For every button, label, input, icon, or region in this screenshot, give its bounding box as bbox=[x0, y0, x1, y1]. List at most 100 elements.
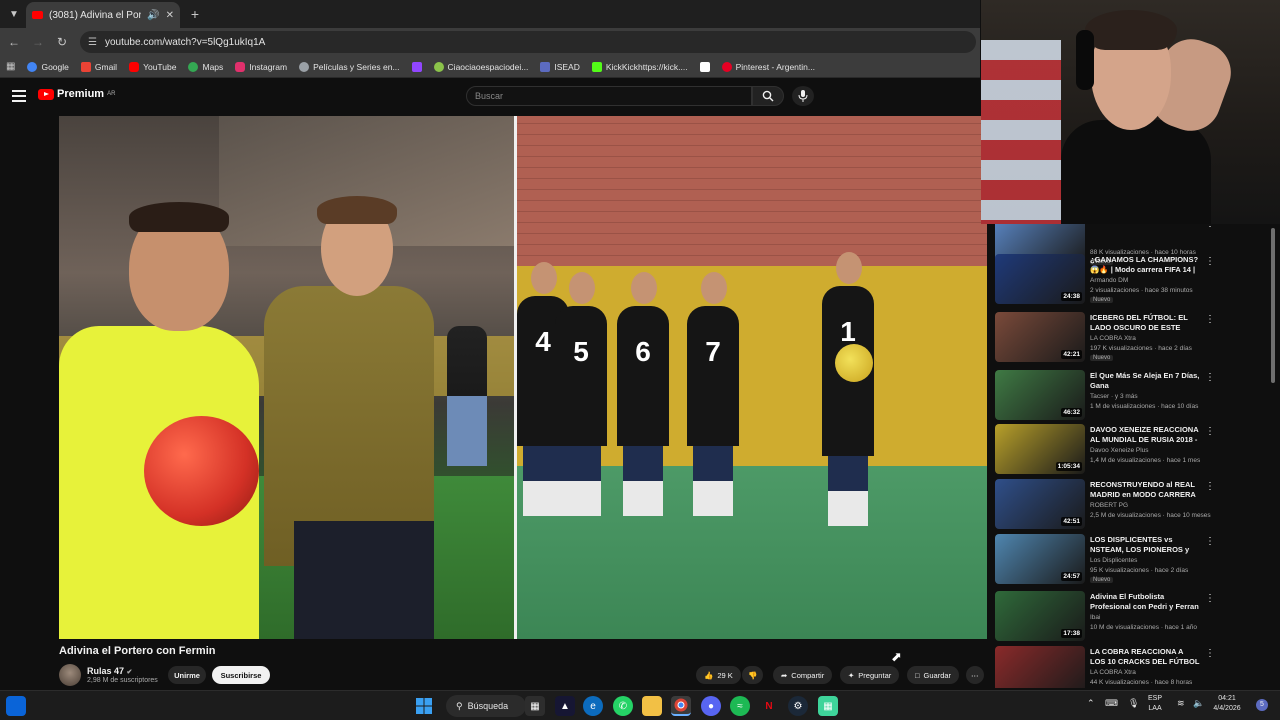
recommendation-channel[interactable]: LA COBRA Xtra bbox=[1090, 335, 1136, 342]
steam-icon[interactable]: ⚙ bbox=[788, 696, 808, 716]
wifi-icon[interactable]: ≋ bbox=[1177, 698, 1185, 709]
recommendation-thumbnail[interactable]: 1:05:34 bbox=[995, 424, 1085, 474]
recommendation-title[interactable]: El Que Más Se Aleja En 7 Días, Gana bbox=[1090, 371, 1200, 391]
notification-badge[interactable]: 5 bbox=[1256, 699, 1268, 711]
bookmark-x[interactable] bbox=[699, 61, 710, 72]
browser-tab-active[interactable]: (3081) Adivina el Portero con Fermin 🔊 ✕ bbox=[26, 2, 180, 28]
address-bar[interactable]: ☰ youtube.com/watch?v=5lQg1ukIq1A bbox=[80, 31, 976, 53]
spotify-icon[interactable]: ≈ bbox=[730, 696, 750, 716]
bookmark-google[interactable]: Google bbox=[27, 61, 69, 72]
bookmark-pinterest[interactable]: Pinterest - Argentin... bbox=[721, 61, 815, 72]
recommendation-thumbnail[interactable]: 24:38 bbox=[995, 254, 1085, 304]
join-button[interactable]: Unirme bbox=[168, 666, 206, 684]
recommendation-item[interactable]: 42:51 RECONSTRUYENDO al REAL MADRID en MO… bbox=[995, 479, 1270, 533]
recommendation-channel[interactable]: Tacser · y 3 más bbox=[1090, 393, 1138, 400]
recommendation-thumbnail[interactable]: 17:38 bbox=[995, 591, 1085, 641]
recommendation-channel[interactable]: Ibai bbox=[1090, 614, 1100, 621]
youtube-premium-logo[interactable]: Premium AR bbox=[38, 88, 115, 100]
tab-audio-icon[interactable]: 🔊 bbox=[147, 10, 159, 21]
recommendation-item[interactable]: LA COBRA REACCIONA A LOS 10 CRACKS DEL F… bbox=[995, 646, 1270, 688]
dislike-button[interactable]: 👎 bbox=[742, 666, 764, 684]
recommendation-thumbnail[interactable]: 42:51 bbox=[995, 479, 1085, 529]
desktop-widget-icon[interactable] bbox=[6, 696, 26, 716]
voice-search-button[interactable] bbox=[792, 86, 814, 106]
recommendation-channel[interactable]: Los Displicentes bbox=[1090, 557, 1137, 564]
video-player[interactable]: 4 5 6 7 1 bbox=[59, 116, 987, 639]
recommendation-title[interactable]: Adivina El Futbolista Profesional con Pe… bbox=[1090, 592, 1200, 612]
bookmark-instagram[interactable]: Instagram bbox=[235, 61, 287, 72]
language-indicator[interactable]: ESP LAA bbox=[1148, 694, 1162, 714]
recommendation-item[interactable]: 1:05:34 DAVOO XENEIZE REACCIONA AL MUNDIA… bbox=[995, 424, 1270, 478]
folder-icon[interactable] bbox=[642, 696, 662, 716]
edge-icon[interactable]: e bbox=[583, 696, 603, 716]
bookmark-ciaociao[interactable]: Ciaociaoespaciodei... bbox=[433, 61, 528, 72]
recommendation-title[interactable]: DAVOO XENEIZE REACCIONA AL MUNDIAL DE RU… bbox=[1090, 425, 1200, 445]
search-button[interactable] bbox=[752, 86, 784, 106]
chrome-icon[interactable] bbox=[671, 696, 691, 716]
recommendation-title[interactable]: LA COBRA REACCIONA A LOS 10 CRACKS DEL F… bbox=[1090, 647, 1200, 667]
recommendation-thumbnail[interactable]: 42:21 bbox=[995, 312, 1085, 362]
site-info-icon[interactable]: ☰ bbox=[88, 37, 97, 48]
search-input[interactable]: Buscar bbox=[466, 86, 752, 106]
recommendation-channel[interactable]: ROBERT PG bbox=[1090, 502, 1128, 509]
whatsapp-icon[interactable]: ✆ bbox=[613, 696, 633, 716]
recommendation-title[interactable]: LOS DISPLICENTES vs NSTEAM, LOS PIONEROS… bbox=[1090, 535, 1200, 555]
menu-hamburger-icon[interactable] bbox=[12, 90, 26, 102]
recommendation-item[interactable]: 24:38 ¿GANAMOS LA CHAMPIONS? 😱🔥 | Modo ca… bbox=[995, 254, 1270, 308]
bookmark-maps[interactable]: Maps bbox=[188, 61, 223, 72]
more-vertical-icon[interactable]: ⋮ bbox=[1205, 481, 1215, 492]
tray-overflow-icon[interactable]: ⌃ bbox=[1087, 698, 1095, 709]
forward-arrow-icon[interactable]: → bbox=[30, 34, 46, 50]
keyboard-icon[interactable]: ⌨ bbox=[1105, 698, 1118, 709]
recommendation-thumbnail[interactable] bbox=[995, 646, 1085, 688]
recommendation-item[interactable]: 46:32 El Que Más Se Aleja En 7 Días, Gana… bbox=[995, 370, 1270, 424]
netflix-icon[interactable]: N bbox=[759, 696, 779, 716]
bookmark-peliculas[interactable]: Películas y Series en... bbox=[299, 61, 400, 72]
bookmark-gmail[interactable]: Gmail bbox=[80, 61, 117, 72]
recommendation-item[interactable]: 17:38 Adivina El Futbolista Profesional c… bbox=[995, 591, 1270, 645]
discord-icon[interactable]: ● bbox=[701, 696, 721, 716]
like-button[interactable]: 👍 29 K bbox=[696, 666, 741, 684]
save-button[interactable]: □ Guardar bbox=[907, 666, 960, 684]
bookmark-twitch[interactable] bbox=[411, 61, 422, 72]
windows-start-icon[interactable] bbox=[414, 696, 434, 716]
more-vertical-icon[interactable]: ⋮ bbox=[1205, 224, 1215, 229]
taskbar-search[interactable]: ⚲ Búsqueda bbox=[446, 695, 526, 717]
more-vertical-icon[interactable]: ⋮ bbox=[1205, 648, 1215, 659]
more-vertical-icon[interactable]: ⋮ bbox=[1205, 536, 1215, 547]
clock[interactable]: 04:21 4/4/2026 bbox=[1202, 694, 1252, 714]
apps-grid-icon[interactable]: ▦ bbox=[6, 61, 15, 72]
recommendation-channel[interactable]: Armando DM bbox=[1090, 277, 1128, 284]
green-app-icon[interactable]: ▦ bbox=[818, 696, 838, 716]
more-vertical-icon[interactable]: ⋮ bbox=[1205, 314, 1215, 325]
more-vertical-icon[interactable]: ⋮ bbox=[1205, 426, 1215, 437]
bookmark-youtube[interactable]: YouTube bbox=[129, 61, 176, 72]
recommendation-channel[interactable]: LA COBRA Xtra bbox=[1090, 669, 1136, 676]
ask-button[interactable]: ✦ Preguntar bbox=[840, 666, 900, 684]
subscribe-button[interactable]: Suscribirse bbox=[212, 666, 270, 684]
tab-close-icon[interactable]: ✕ bbox=[166, 10, 174, 21]
recommendation-item[interactable]: 42:21 ICEBERG DEL FÚTBOL: EL LADO OSCURO … bbox=[995, 312, 1270, 366]
bookmark-isead[interactable]: ISEAD bbox=[540, 61, 580, 72]
file-manager-icon[interactable]: ▦ bbox=[525, 696, 545, 716]
bookmark-kick[interactable]: KickKickhttps://kick.... bbox=[591, 61, 688, 72]
recommendation-title[interactable]: ¿GANAMOS LA CHAMPIONS? 😱🔥 | Modo carrera… bbox=[1090, 255, 1200, 275]
recommendation-title[interactable]: ICEBERG DEL FÚTBOL: EL LADO OSCURO DE ES… bbox=[1090, 313, 1200, 333]
recommendation-thumbnail[interactable]: 24:57 bbox=[995, 534, 1085, 584]
sidebar-scrollbar[interactable] bbox=[1271, 228, 1275, 383]
recommendation-channel[interactable]: Davoo Xeneize Plus bbox=[1090, 447, 1149, 454]
channel-avatar[interactable] bbox=[59, 664, 81, 686]
new-tab-icon[interactable]: + bbox=[186, 5, 204, 23]
more-vertical-icon[interactable]: ⋮ bbox=[1205, 256, 1215, 267]
more-actions-button[interactable]: ⋯ bbox=[966, 666, 984, 684]
reload-icon[interactable]: ↻ bbox=[54, 34, 70, 50]
channel-name[interactable]: Rulas 47 ✔ bbox=[87, 666, 132, 676]
more-vertical-icon[interactable]: ⋮ bbox=[1205, 372, 1215, 383]
more-vertical-icon[interactable]: ⋮ bbox=[1205, 593, 1215, 604]
recommendation-item[interactable]: 24:57 LOS DISPLICENTES vs NSTEAM, LOS PIO… bbox=[995, 534, 1270, 588]
recommendation-title[interactable]: RECONSTRUYENDO al REAL MADRID en MODO CA… bbox=[1090, 480, 1200, 500]
share-button[interactable]: ➦ Compartir bbox=[773, 666, 833, 684]
terminal-app-icon[interactable]: ▲ bbox=[555, 696, 575, 716]
recommendation-thumbnail[interactable]: 46:32 bbox=[995, 370, 1085, 420]
back-arrow-icon[interactable]: ← bbox=[6, 34, 22, 50]
